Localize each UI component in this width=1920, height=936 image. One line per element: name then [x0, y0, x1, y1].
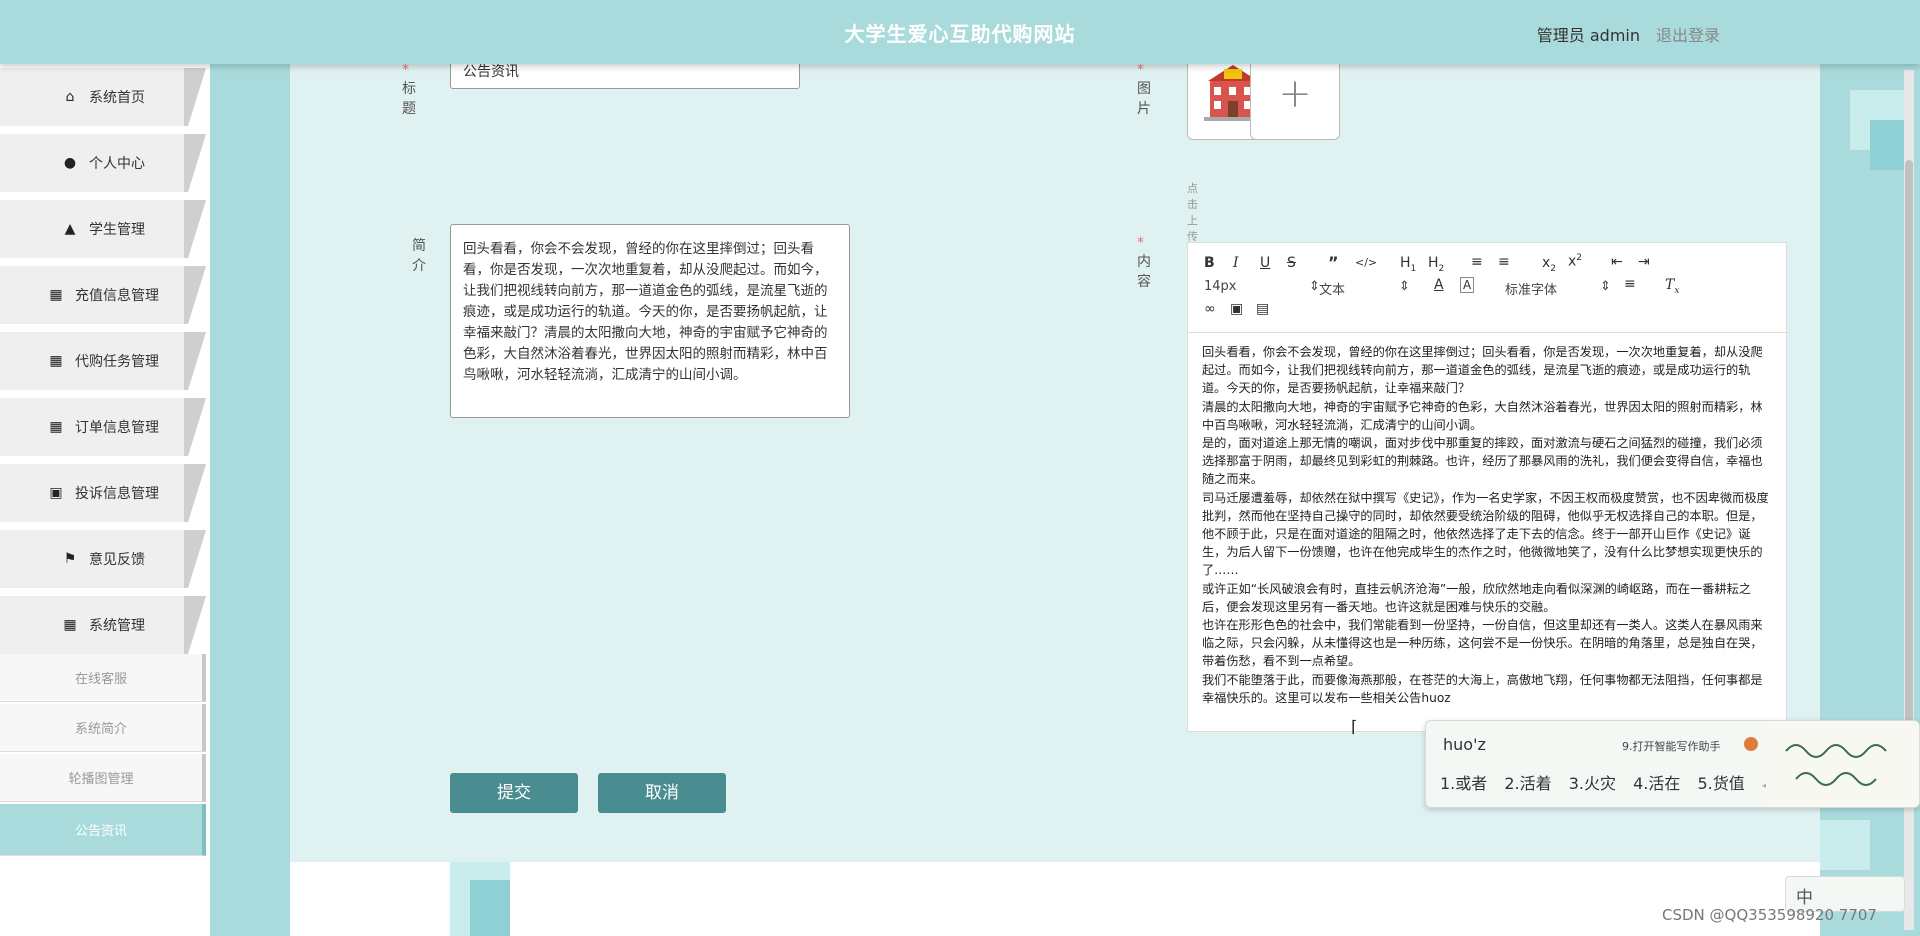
- ime-candidate[interactable]: 4.活在: [1633, 774, 1680, 793]
- sidebar-item-complaints[interactable]: ▣ 投诉信息管理: [0, 464, 206, 522]
- editor-paragraph: 或许正如“长风破浪会有时，直挂云帆济沧海”一般，欣欣然地走向看似深渊的崎岖路，而…: [1202, 581, 1751, 614]
- grid-icon: ▦: [63, 617, 77, 633]
- editor-paragraph: 回头看看，你会不会发现，曾经的你在这里摔倒过；回头看看，你是否发现，一次次地重复…: [1202, 345, 1763, 396]
- top-header: 大学生爱心互助代购网站 管理员 admin 退出登录: [0, 0, 1920, 64]
- assistant-icon: [1744, 737, 1758, 751]
- submit-button[interactable]: 提交: [450, 773, 578, 813]
- sidebar-item-label: 代购任务管理: [75, 354, 159, 370]
- grid-icon: ▦: [49, 287, 63, 303]
- sidebar-subitem-online-service[interactable]: 在线客服: [0, 654, 206, 702]
- title-label: *标题: [402, 62, 416, 117]
- sidebar-item-feedback[interactable]: ⚑ 意见反馈: [0, 530, 206, 588]
- page-scrollbar-thumb[interactable]: [1905, 160, 1913, 800]
- sidebar-item-purchase-tasks[interactable]: ▦ 代购任务管理: [0, 332, 206, 390]
- ime-candidate[interactable]: 1.或者: [1440, 774, 1487, 793]
- heading2-icon[interactable]: H2: [1428, 255, 1444, 274]
- video-icon[interactable]: ▤: [1256, 301, 1269, 317]
- bg-pixel-block: [1820, 820, 1870, 870]
- cancel-button[interactable]: 取消: [598, 773, 726, 813]
- ime-candidate[interactable]: 5.货值: [1698, 774, 1745, 793]
- clear-format-icon[interactable]: Tx: [1665, 277, 1679, 296]
- logout-link[interactable]: 退出登录: [1656, 22, 1720, 46]
- text-cursor-icon: ⌈: [1351, 717, 1358, 736]
- sidebar-item-student-management[interactable]: ▲ 学生管理: [0, 200, 206, 258]
- indent-icon[interactable]: ⇥: [1638, 254, 1650, 270]
- sidebar-subitem-announcements[interactable]: 公告资讯: [0, 804, 206, 856]
- ime-composition: huo'z: [1443, 735, 1486, 754]
- font-color-icon[interactable]: A: [1434, 277, 1444, 293]
- editor-paragraph: 我们不能堕落于此，而要像海燕那般，在苍茫的大海上，高傲地飞翔，任何事物都无法阻挡…: [1202, 672, 1763, 705]
- outdent-icon[interactable]: ⇤: [1611, 254, 1623, 270]
- sidebar-item-label: 系统首页: [89, 90, 145, 106]
- underline-icon[interactable]: U: [1260, 255, 1270, 271]
- bullet-list-icon[interactable]: ≡: [1498, 254, 1510, 270]
- image-label: *图片: [1137, 62, 1151, 117]
- sidebar-item-personal-center[interactable]: ● 个人中心: [0, 134, 206, 192]
- ime-candidate-window: huo'z 9.打开智能写作助手 1.或者 2.活着 3.火灾 4.活在 5.货…: [1425, 720, 1920, 808]
- ordered-list-icon[interactable]: ≡: [1471, 254, 1483, 270]
- sidebar-item-system-management[interactable]: ▦ 系统管理: [0, 596, 206, 654]
- flag-icon: ⚑: [63, 551, 77, 567]
- image-icon[interactable]: ▣: [1230, 301, 1243, 317]
- sidebar: ⌂ 系统首页 ● 个人中心 ▲ 学生管理 ▦ 充值信息管理 ▦ 代购任务管理 ▦…: [0, 64, 210, 936]
- strikethrough-icon[interactable]: S: [1287, 255, 1296, 271]
- heading1-icon[interactable]: H1: [1400, 255, 1416, 274]
- sidebar-item-label: 个人中心: [89, 156, 145, 172]
- bg-pixel-block: [470, 880, 510, 936]
- user-tie-icon: ▲: [64, 221, 76, 237]
- code-icon[interactable]: </>: [1355, 256, 1377, 269]
- ime-candidates: 1.或者 2.活着 3.火灾 4.活在 5.货值 ◀▶: [1440, 770, 1804, 794]
- grid-icon: ▦: [49, 353, 63, 369]
- sidebar-item-label: 充值信息管理: [75, 288, 159, 304]
- font-family-select[interactable]: 标准字体 ⇕: [1505, 279, 1611, 298]
- sidebar-item-label: 系统管理: [89, 618, 145, 634]
- editor-content[interactable]: 回头看看，你会不会发现，曾经的你在这里摔倒过；回头看看，你是否发现，一次次地重复…: [1202, 343, 1774, 723]
- ime-mode-indicator[interactable]: 中: [1796, 883, 1813, 908]
- font-size-select[interactable]: 14px ⇕: [1204, 279, 1320, 294]
- superscript-icon[interactable]: x2: [1568, 253, 1582, 270]
- align-icon[interactable]: ≡: [1624, 276, 1636, 292]
- editor-paragraph: 司马迁屡遭羞辱，却依然在狱中撰写《史记》，作为一名史学家，不因王权而极度赞赏，也…: [1202, 490, 1769, 578]
- briefcase-icon: ▣: [49, 485, 63, 501]
- editor-paragraph: 清晨的太阳撒向大地，神奇的宇宙赋予它神奇的色彩，大自然沐浴着春光，世界因太阳的照…: [1202, 399, 1763, 432]
- ime-candidate[interactable]: 3.火灾: [1569, 774, 1616, 793]
- bold-icon[interactable]: B: [1204, 255, 1215, 271]
- editor-paragraph: 也许在形形色色的社会中，我们常能看到一份坚持，一份自信，但这里却还有一类人。这类…: [1202, 618, 1763, 669]
- sidebar-item-label: 学生管理: [89, 222, 145, 238]
- editor-paragraph: 是的，面对道途上那无情的嘲讽，面对步伐中那重复的摔跤，面对激流与硬石之间猛烈的碰…: [1202, 436, 1763, 487]
- content-label: *内容: [1137, 235, 1151, 290]
- chevron-updown-icon: ⇕: [1399, 279, 1410, 294]
- sidebar-item-recharge[interactable]: ▦ 充值信息管理: [0, 266, 206, 324]
- sidebar-item-label: 意见反馈: [89, 552, 145, 568]
- sidebar-subitem-carousel[interactable]: 轮播图管理: [0, 754, 206, 802]
- ime-writing-assistant[interactable]: 9.打开智能写作助手: [1622, 738, 1721, 754]
- intro-label: 简介: [412, 238, 426, 274]
- ime-candidate[interactable]: 2.活着: [1504, 774, 1551, 793]
- grid-icon: ▦: [49, 419, 63, 435]
- sidebar-item-label: 订单信息管理: [75, 420, 159, 436]
- user-icon: ●: [63, 155, 77, 171]
- admin-label: 管理员 admin: [1536, 26, 1640, 45]
- sidebar-item-home[interactable]: ⌂ 系统首页: [0, 68, 206, 126]
- background-color-icon[interactable]: A: [1460, 277, 1475, 293]
- chevron-updown-icon: ⇕: [1600, 279, 1611, 294]
- intro-textarea[interactable]: 回头看看，你会不会发现，曾经的你在这里摔倒过；回头看看，你是否发现，一次次地重复…: [450, 224, 850, 418]
- bg-left-strip: [210, 64, 290, 936]
- watermark: CSDN @QQ353598920 7707: [1662, 906, 1877, 924]
- home-icon: ⌂: [65, 89, 75, 105]
- ime-skin-decoration: [1766, 721, 1919, 807]
- quote-icon[interactable]: ”: [1328, 253, 1339, 272]
- subscript-icon[interactable]: x2: [1542, 255, 1556, 274]
- italic-icon[interactable]: I: [1233, 255, 1239, 271]
- sidebar-subitem-system-intro[interactable]: 系统简介: [0, 704, 206, 752]
- editor-toolbar: B I U S ” </> H1 H2 ≡ ≡ x2 x2 ⇤ ⇥ 14px ⇕ …: [1188, 243, 1788, 333]
- sidebar-item-orders[interactable]: ▦ 订单信息管理: [0, 398, 206, 456]
- sidebar-item-label: 投诉信息管理: [75, 486, 159, 502]
- rich-text-editor: B I U S ” </> H1 H2 ≡ ≡ x2 x2 ⇤ ⇥ 14px ⇕ …: [1187, 242, 1788, 732]
- link-icon[interactable]: ∞: [1204, 301, 1216, 317]
- block-format-select[interactable]: 文本 ⇕: [1319, 279, 1410, 298]
